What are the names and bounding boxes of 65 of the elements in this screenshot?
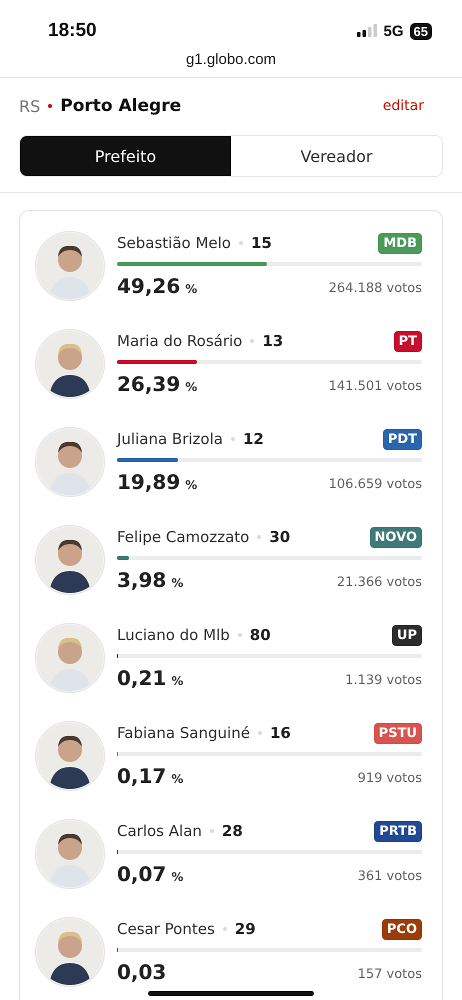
- tab[interactable]: Prefeito: [20, 136, 231, 176]
- vote-count: 106.659 votos: [328, 477, 422, 494]
- candidate-number: 13: [262, 332, 284, 350]
- candidate-name: Luciano do Mlb: [117, 626, 230, 644]
- separator-dot: [230, 437, 235, 441]
- network-label: 5G: [384, 22, 404, 40]
- party-badge: UP: [392, 624, 422, 646]
- candidate-name: Juliana Brizola: [117, 430, 223, 448]
- separator-dot: [210, 829, 214, 833]
- percent-value: 3,98: [117, 568, 166, 592]
- candidate-number: 30: [269, 528, 290, 546]
- percent-sign: %: [171, 674, 184, 688]
- vote-count: 919 votos: [358, 771, 422, 788]
- party-badge: PCO: [382, 918, 422, 940]
- percent-sign: %: [185, 380, 198, 394]
- percent-value: 0,03: [117, 960, 166, 984]
- candidate-number: 29: [234, 920, 256, 938]
- candidate-name: Maria do Rosário: [117, 332, 242, 350]
- candidate-name: Felipe Camozzato: [117, 528, 250, 546]
- party-badge: NOVO: [370, 526, 422, 548]
- vote-count: 157 votos: [358, 967, 422, 984]
- vote-count: 361 votos: [358, 869, 422, 886]
- city-label: Porto Alegre: [60, 96, 182, 116]
- party-badge: PSTU: [374, 722, 422, 744]
- percent-sign: %: [171, 870, 184, 884]
- state-label: RS: [19, 96, 40, 116]
- edit-link[interactable]: editar: [382, 98, 424, 114]
- percent-value: 26,39: [117, 372, 180, 396]
- percent-sign: %: [171, 576, 184, 590]
- percent-value: 0,07: [117, 862, 166, 886]
- party-badge: PT: [394, 330, 422, 352]
- percent-sign: %: [171, 772, 184, 786]
- vote-count: 21.366 votos: [336, 575, 422, 592]
- separator-dot: [257, 535, 262, 539]
- candidate-number: 80: [250, 626, 271, 644]
- candidate-number: 12: [242, 430, 264, 448]
- party-badge: MDB: [378, 232, 422, 254]
- separator-dot: [250, 339, 254, 343]
- separator-dot: [48, 104, 52, 108]
- percent-sign: %: [185, 478, 198, 492]
- percent-sign: %: [185, 282, 198, 296]
- candidate-name: Cesar Pontes: [117, 920, 215, 938]
- candidate-name: Carlos Alan: [117, 822, 202, 840]
- percent-value: 0,21: [117, 666, 166, 690]
- vote-count: 1.139 votos: [345, 673, 422, 690]
- address-text[interactable]: g1.globo.com: [186, 51, 276, 77]
- party-badge: PRTB: [374, 820, 422, 842]
- vote-count: 141.501 votos: [328, 379, 422, 396]
- candidate-number: 15: [250, 234, 272, 252]
- candidate-number: 28: [222, 822, 243, 840]
- percent-value: 0,17: [117, 764, 166, 788]
- battery-icon: 65: [410, 22, 432, 40]
- clock-time: 18:50: [48, 20, 97, 42]
- percent-value: 49,26: [117, 274, 180, 298]
- candidate-name: Sebastião Melo: [117, 234, 231, 252]
- separator-dot: [258, 731, 262, 735]
- candidate-number: 16: [270, 724, 291, 742]
- signal-icon: [356, 24, 378, 38]
- separator-dot: [238, 241, 243, 245]
- percent-value: 19,89: [117, 470, 180, 494]
- separator-dot: [222, 927, 227, 931]
- candidate-name: Fabiana Sanguiné: [117, 724, 250, 742]
- separator-dot: [238, 633, 242, 637]
- party-badge: PDT: [382, 428, 422, 450]
- vote-count: 264.188 votos: [328, 281, 422, 298]
